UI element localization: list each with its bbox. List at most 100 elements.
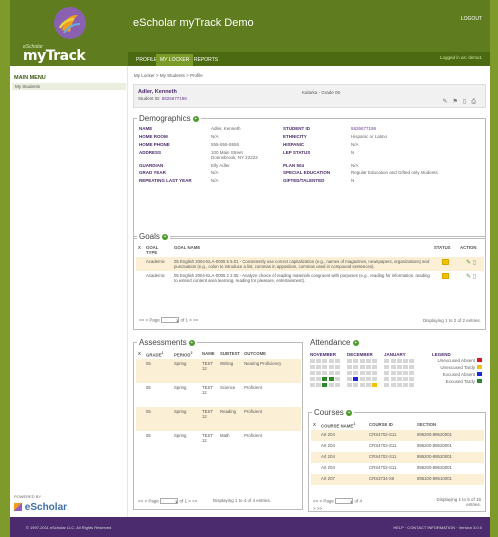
student-id-value: 5826677198 <box>161 96 187 101</box>
assessment-row[interactable]: 05 Spring TEST 12 Science Proficient <box>136 383 301 408</box>
goals-page-input[interactable] <box>161 317 180 323</box>
calendar-day <box>310 359 315 363</box>
assessment-row[interactable]: 05 Spring TEST 12 Writing Nearing Proficienc… <box>136 359 301 384</box>
course-select[interactable] <box>311 430 319 441</box>
courses-page-input[interactable] <box>335 498 354 504</box>
courses-col-section[interactable]: SECTION <box>415 420 484 430</box>
calendar-day <box>353 365 359 369</box>
legend-excused-absent: Excused Absent <box>422 372 482 377</box>
course-row[interactable]: Art 204 CRS4702-S11 895200-89520001 <box>311 463 484 475</box>
assess-col-name[interactable]: NAME <box>200 349 218 359</box>
nav-reports[interactable]: REPORTS <box>190 54 222 66</box>
month-jan: JANUARY <box>384 352 406 357</box>
assessment-row[interactable]: 05 Spring TEST 12 Math Proficient <box>136 431 301 456</box>
goals-pager-next[interactable]: of 1 > >> <box>180 318 198 323</box>
courses-pager-last[interactable]: > >> <box>313 506 362 511</box>
escholar-brand-text: eScholar <box>24 502 68 513</box>
goals-col-name[interactable]: GOAL NAME <box>172 243 432 257</box>
edit-icon[interactable]: ✎ <box>466 274 471 280</box>
assess-col-x[interactable]: X <box>136 349 144 359</box>
goals-col-type[interactable]: GOAL TYPE <box>144 243 172 257</box>
demo-value: 100 Main Street Donnsbrook, NY 22222 <box>211 149 258 160</box>
course-name[interactable]: Art 204 <box>319 441 367 452</box>
assess-pager-next[interactable]: of 1 > >> <box>179 499 197 504</box>
demo-label: HISPANIC <box>283 141 305 147</box>
add-icon[interactable]: + <box>188 339 195 346</box>
assess-outcome[interactable]: Proficient <box>242 383 301 407</box>
calendar-day <box>310 383 315 387</box>
add-icon[interactable]: + <box>346 409 353 416</box>
assess-col-grade-label: GRADE <box>146 352 162 358</box>
calendar-day <box>372 383 377 387</box>
copyright-text: © 1997-2011 eScholar LLC. All Rights Res… <box>26 525 112 530</box>
courses-pager-next[interactable]: of 4 <box>354 499 362 504</box>
calendar-day <box>372 377 377 381</box>
assess-page-input[interactable] <box>160 498 179 504</box>
calendar-day <box>334 371 340 375</box>
course-id: CRS3734-S6 <box>369 476 395 482</box>
course-select[interactable] <box>311 452 319 463</box>
student-id-line: Student ID: 5826677198 <box>138 96 187 101</box>
assess-select[interactable] <box>136 407 144 431</box>
course-name[interactable]: Art 207 <box>319 474 367 485</box>
goals-col-x[interactable]: X <box>136 243 144 257</box>
demo-value: N/A <box>351 162 359 168</box>
course-row[interactable]: Art 207 CRS3734-S6 895100-89510001 <box>311 474 484 486</box>
goals-col-action[interactable]: ACTION <box>458 243 484 257</box>
edit-icon[interactable]: ✎ <box>442 99 452 105</box>
courses-pager-prev[interactable]: << < Page <box>313 499 334 504</box>
document-icon[interactable]: ▯ <box>463 99 471 105</box>
assess-outcome[interactable]: Proficient <box>242 407 301 431</box>
calendar-day <box>353 359 359 363</box>
calendar-day <box>384 359 390 363</box>
course-row[interactable]: Art 204 CRS4702-S11 895200-89520001 <box>311 430 484 442</box>
goal-select[interactable] <box>136 257 144 271</box>
flag-icon[interactable]: ⚑ <box>452 99 462 105</box>
calendar-day <box>390 359 396 363</box>
assess-col-grade[interactable]: GRADE1 <box>144 349 172 359</box>
course-row[interactable]: Art 204 CRS4702-S11 895200-89520001 <box>311 452 484 464</box>
course-select[interactable] <box>311 474 319 485</box>
logout-link[interactable]: LOGOUT <box>461 16 482 22</box>
assess-select[interactable] <box>136 359 144 383</box>
courses-col-id[interactable]: COURSE ID <box>367 420 415 430</box>
goals-section: Goals + X GOAL TYPE GOAL NAME STATUS ACT… <box>133 232 486 330</box>
course-row[interactable]: Art 204 CRS4702-S11 895200-89520001 <box>311 441 484 453</box>
goal-select[interactable] <box>136 271 144 285</box>
assess-col-subtest[interactable]: SUBTEST <box>218 349 242 359</box>
goal-row[interactable]: Academic 05 English 2004-ELA-0005 2 2.05 … <box>136 271 484 285</box>
goals-col-status[interactable]: STATUS <box>432 243 458 257</box>
assessment-row[interactable]: 05 Spring TEST 12 Reading Proficient <box>136 407 301 432</box>
add-icon[interactable]: + <box>352 339 359 346</box>
add-icon[interactable]: + <box>192 115 199 122</box>
courses-col-name[interactable]: COURSE NAME1 <box>319 420 367 430</box>
edit-icon[interactable]: ✎ <box>466 260 471 266</box>
assess-col-outcome[interactable]: OUTCOME <box>242 349 301 359</box>
course-select[interactable] <box>311 463 319 474</box>
goal-row[interactable]: Academic 05 English 2004-ELA-0005 5 5.01 … <box>136 257 484 271</box>
goals-pager-prev[interactable]: << < Page <box>139 318 160 323</box>
nav-my-locker[interactable]: MY LOCKER <box>156 54 194 66</box>
assess-outcome[interactable]: Nearing Proficiency <box>242 359 301 383</box>
assess-select[interactable] <box>136 383 144 407</box>
course-select[interactable] <box>311 441 319 452</box>
add-icon[interactable]: + <box>162 233 169 240</box>
calendar-day <box>390 365 396 369</box>
delete-icon[interactable]: ▯ <box>473 274 476 280</box>
course-name[interactable]: Art 204 <box>319 463 367 474</box>
course-name[interactable]: Art 204 <box>319 430 367 441</box>
assess-select[interactable] <box>136 431 144 455</box>
nav-bar: PROFILE MY LOCKER REPORTS Logged in as: … <box>128 52 490 66</box>
print-icon[interactable]: ⎙ <box>471 99 481 105</box>
delete-icon[interactable]: ▯ <box>473 260 476 266</box>
assess-pager-prev[interactable]: << < Page <box>138 499 159 504</box>
calendar-day <box>347 365 353 369</box>
calendar-day <box>334 359 340 363</box>
calendar-day <box>353 383 359 387</box>
courses-col-x[interactable]: X <box>311 420 319 430</box>
sidebar-item-my-students[interactable]: My Students <box>12 83 126 90</box>
course-name[interactable]: Art 204 <box>319 452 367 463</box>
assess-outcome[interactable]: Proficient <box>242 431 301 455</box>
footer-links[interactable]: HELP · CONTACT INFORMATION · Version 3.0… <box>393 525 482 530</box>
assess-col-period[interactable]: PERIOD2 <box>172 349 200 359</box>
